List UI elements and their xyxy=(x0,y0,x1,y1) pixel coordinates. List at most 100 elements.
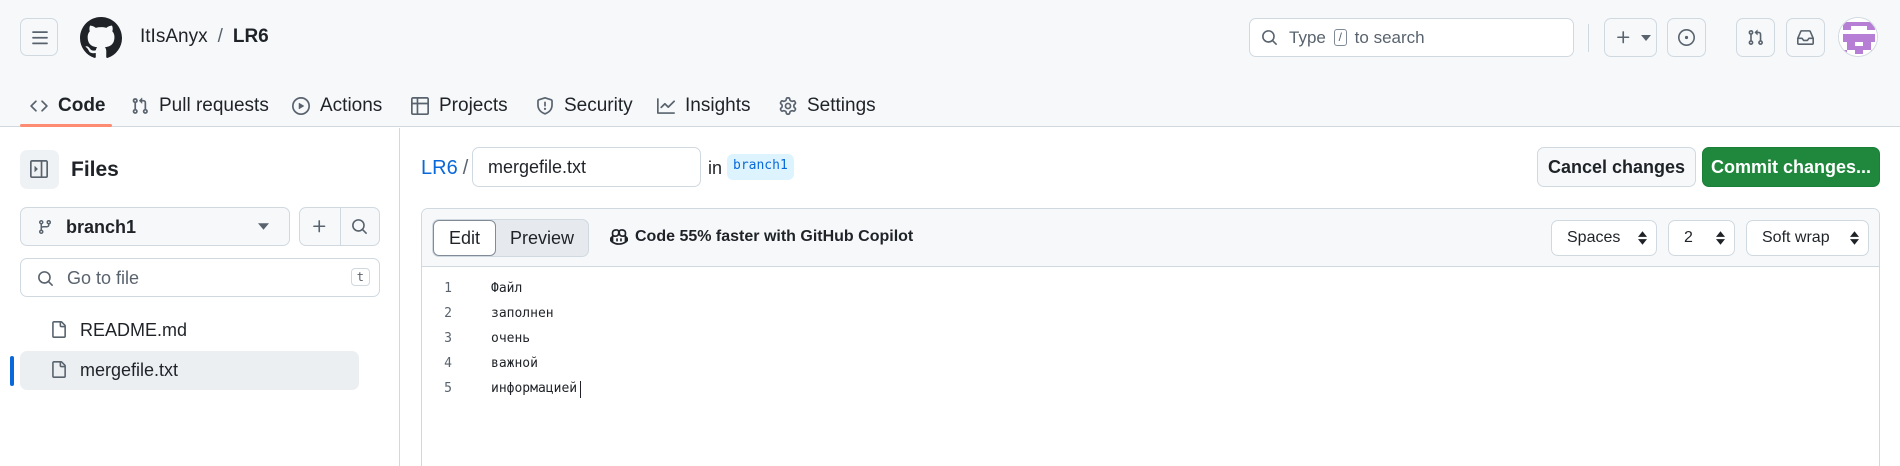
plus-icon xyxy=(1617,31,1630,44)
button-divider xyxy=(340,208,341,245)
files-heading: Files xyxy=(71,158,119,181)
menu-button[interactable] xyxy=(20,18,58,56)
file-icon xyxy=(52,321,66,338)
search-suffix: to search xyxy=(1354,28,1425,47)
github-logo-icon[interactable] xyxy=(80,17,122,59)
line-number: 1 xyxy=(444,281,452,296)
tab-actions[interactable]: Actions xyxy=(292,84,382,127)
code-icon xyxy=(30,99,48,112)
file-item-readme[interactable]: README.md xyxy=(20,311,359,350)
selected-tab-indicator xyxy=(20,124,112,127)
select-arrows-icon xyxy=(1850,231,1859,245)
git-branch-icon xyxy=(38,220,51,235)
tab-pull-requests[interactable]: Pull requests xyxy=(131,84,269,127)
global-header: ItIsAnyx / LR6 Type / to search Code Pul… xyxy=(0,0,1900,127)
copilot-promo-link[interactable]: Code 55% faster with GitHub Copilot xyxy=(610,228,913,246)
cancel-changes-button[interactable]: Cancel changes xyxy=(1537,147,1696,187)
editor-toolbar: Edit Preview Code 55% faster with GitHub… xyxy=(422,209,1879,267)
file-item-mergefile[interactable]: mergefile.txt xyxy=(20,351,359,390)
file-name: README.md xyxy=(80,320,188,340)
edit-preview-toggle: Edit Preview xyxy=(432,219,589,257)
wrap-mode-select[interactable]: Soft wrap xyxy=(1746,220,1869,256)
line-content: очень xyxy=(491,331,531,346)
tab-insights[interactable]: Insights xyxy=(657,84,750,127)
select-arrows-icon xyxy=(1716,231,1725,245)
go-to-file-shortcut: t xyxy=(350,268,370,286)
line-content: информацией xyxy=(491,381,578,396)
branch-badge: branch1 xyxy=(727,154,794,180)
breadcrumb-separator: / xyxy=(462,157,469,179)
repo-root-link[interactable]: LR6 xyxy=(421,157,458,179)
search-prefix: Type xyxy=(1289,28,1326,47)
select-arrows-icon xyxy=(1638,231,1647,245)
wrap-mode-value: Soft wrap xyxy=(1762,229,1830,246)
branch-selector[interactable]: branch1 xyxy=(20,207,290,246)
commit-changes-button[interactable]: Commit changes... xyxy=(1702,147,1880,187)
issue-opened-icon xyxy=(1678,29,1695,46)
editor-breadcrumb: LR6/ xyxy=(421,157,468,180)
tab-edit[interactable]: Edit xyxy=(433,220,496,256)
issues-button[interactable] xyxy=(1667,18,1706,57)
go-to-file-placeholder: Go to file xyxy=(67,268,140,288)
header-divider xyxy=(1588,24,1589,52)
file-tree-sidebar: Files branch1 Go to file t README.md mer… xyxy=(0,128,400,466)
shield-icon xyxy=(537,96,553,115)
table-icon xyxy=(411,96,429,115)
indent-size-value: 2 xyxy=(1684,229,1693,246)
search-input[interactable]: Type / to search xyxy=(1249,18,1574,57)
collapse-sidebar-button[interactable] xyxy=(20,150,59,189)
copilot-promo-text: Code 55% faster with GitHub Copilot xyxy=(635,228,914,245)
file-name: mergefile.txt xyxy=(80,360,179,380)
tab-projects[interactable]: Projects xyxy=(411,84,508,127)
line-content: заполнен xyxy=(491,306,554,321)
identicon-icon xyxy=(1839,18,1877,56)
hamburger-icon xyxy=(32,31,48,45)
line-number: 4 xyxy=(444,356,452,371)
breadcrumb-separator: / xyxy=(217,26,223,47)
caret-down-icon xyxy=(258,223,269,230)
owner-link[interactable]: ItIsAnyx xyxy=(140,26,208,47)
caret-down-icon xyxy=(1641,35,1651,41)
copilot-icon xyxy=(610,229,628,245)
git-pull-request-icon xyxy=(132,97,148,114)
file-actions-group xyxy=(299,207,380,246)
line-content: Файл xyxy=(491,281,523,296)
tab-security[interactable]: Security xyxy=(536,84,633,127)
indent-size-select[interactable]: 2 xyxy=(1668,220,1735,256)
plus-icon[interactable] xyxy=(311,218,328,235)
code-editor: Edit Preview Code 55% faster with GitHub… xyxy=(421,208,1880,466)
tab-label: Insights xyxy=(685,94,751,116)
tab-label: Pull requests xyxy=(159,94,269,116)
search-icon[interactable] xyxy=(351,218,368,235)
line-content: важной xyxy=(491,356,538,371)
git-pull-request-icon xyxy=(1748,29,1763,45)
inbox-button[interactable] xyxy=(1786,18,1825,57)
search-shortcut-key: / xyxy=(1333,29,1347,46)
search-placeholder: Type / to search xyxy=(1289,28,1425,48)
tab-preview[interactable]: Preview xyxy=(496,220,588,256)
tab-label: Projects xyxy=(439,94,508,116)
repo-breadcrumb: ItIsAnyx / LR6 xyxy=(140,26,269,48)
play-icon xyxy=(292,96,310,115)
avatar[interactable] xyxy=(1838,17,1878,57)
inbox-icon xyxy=(1797,30,1814,45)
repo-link[interactable]: LR6 xyxy=(233,26,269,47)
sidebar-collapse-icon xyxy=(30,160,48,178)
go-to-file-input[interactable]: Go to file t xyxy=(20,258,380,297)
indent-mode-select[interactable]: Spaces xyxy=(1551,220,1657,256)
filename-input[interactable]: mergefile.txt xyxy=(472,147,701,187)
search-icon xyxy=(1262,30,1277,45)
tab-label: Code xyxy=(58,94,106,116)
text-cursor xyxy=(580,381,581,398)
tab-code[interactable]: Code xyxy=(30,84,106,127)
gear-icon xyxy=(779,96,797,115)
tab-label: Actions xyxy=(320,94,383,116)
file-icon xyxy=(52,361,66,378)
tab-label: Settings xyxy=(807,94,876,116)
tab-settings[interactable]: Settings xyxy=(779,84,876,127)
search-icon xyxy=(38,271,53,286)
line-number: 2 xyxy=(444,306,452,321)
create-new-button[interactable] xyxy=(1604,18,1657,57)
pull-requests-button[interactable] xyxy=(1736,18,1775,57)
indent-mode-value: Spaces xyxy=(1567,229,1621,246)
